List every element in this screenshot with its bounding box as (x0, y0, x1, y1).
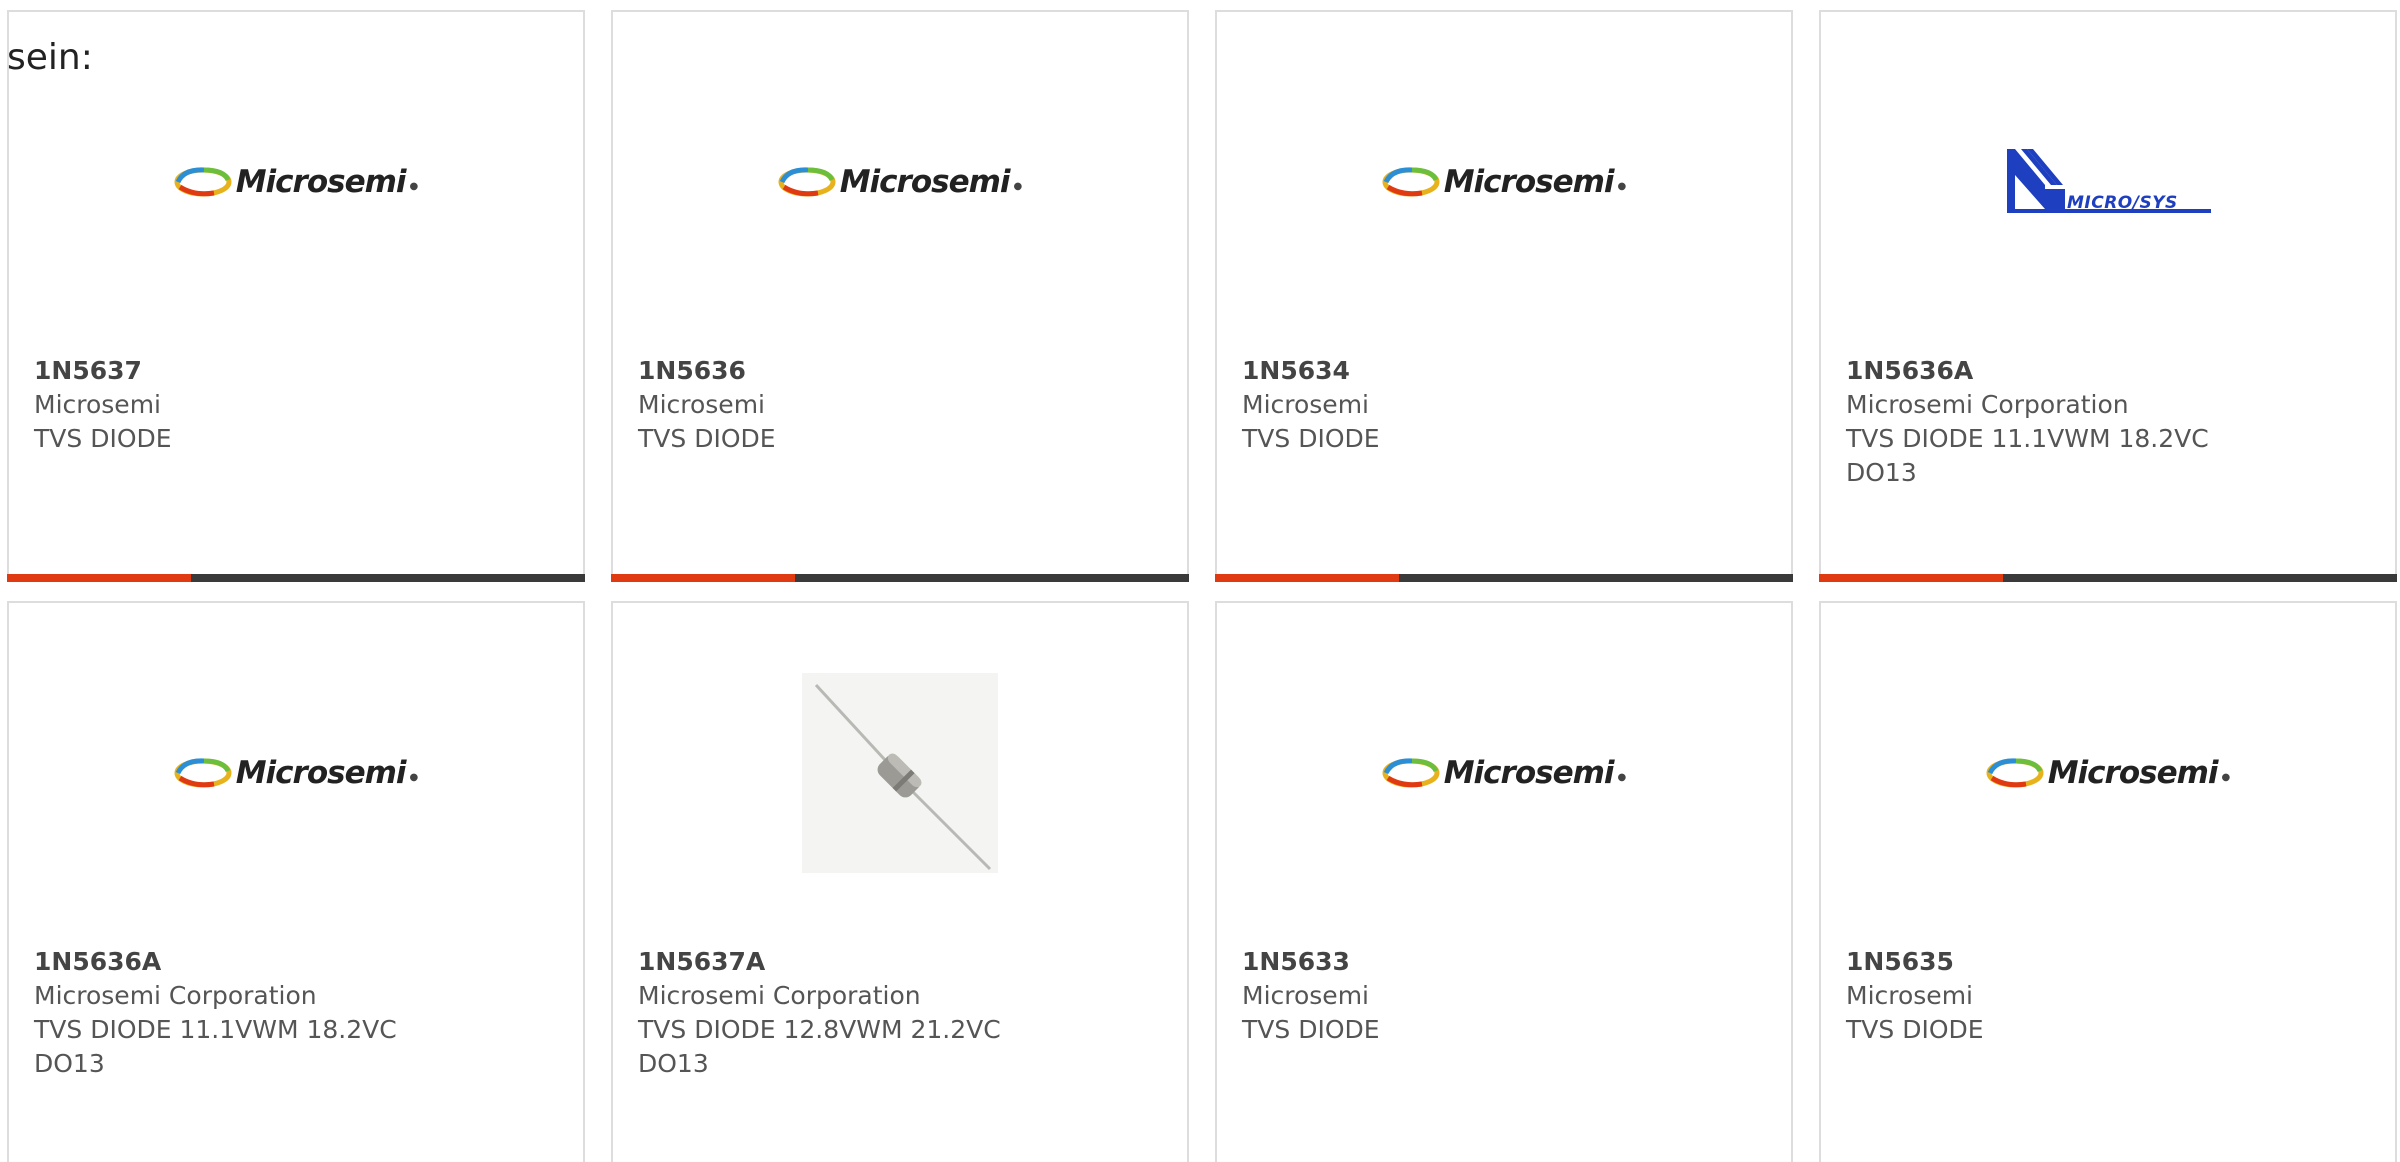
microsemi-logo-text: Microsemi (1443, 164, 1615, 200)
product-card[interactable]: Microsemi ● 1N5634 Microsemi TVS DIODE (1215, 10, 1793, 582)
microsemi-swirl-icon (174, 167, 232, 197)
manufacturer: Microsemi (1242, 390, 1369, 419)
description-line-2: DO13 (1846, 458, 1917, 487)
axial-diode-icon (814, 683, 992, 871)
description: TVS DIODE (1242, 424, 1380, 453)
product-image: Microsemi ● (1821, 673, 2395, 873)
product-info: 1N5636 Microsemi TVS DIODE (638, 354, 1162, 456)
description: TVS DIODE (1846, 1015, 1984, 1044)
microsemi-logo: Microsemi ● (174, 164, 418, 200)
product-info: 1N5637A Microsemi Corporation TVS DIODE … (638, 945, 1162, 1081)
microsemi-swirl-icon (1986, 758, 2044, 788)
page: sein: Microsemi ● 1N5637 Microsemi TVS D… (0, 0, 2400, 1162)
part-number[interactable]: 1N5635 (1846, 945, 2370, 979)
part-number[interactable]: 1N5637A (638, 945, 1162, 979)
product-image: Microsemi ● (1217, 673, 1791, 873)
product-card[interactable]: Microsemi ● 1N5635 Microsemi TVS DIODE (1819, 601, 2397, 1162)
microsemi-logo-text: Microsemi (1443, 755, 1615, 791)
product-info: 1N5635 Microsemi TVS DIODE (1846, 945, 2370, 1047)
product-card[interactable]: Microsemi ● 1N5633 Microsemi TVS DIODE (1215, 601, 1793, 1162)
microsemi-logo-text: Microsemi (235, 755, 407, 791)
product-card[interactable]: Microsemi ● 1N5637 Microsemi TVS DIODE (7, 10, 585, 582)
microsemi-logo-text: Microsemi (2047, 755, 2219, 791)
part-number[interactable]: 1N5636 (638, 354, 1162, 388)
product-info: 1N5634 Microsemi TVS DIODE (1242, 354, 1766, 456)
product-card[interactable]: Microsemi ● 1N5636 Microsemi TVS DIODE (611, 10, 1189, 582)
part-number[interactable]: 1N5633 (1242, 945, 1766, 979)
card-bar (1819, 574, 2397, 582)
description-line-2: DO13 (34, 1049, 105, 1078)
product-image: Microsemi ● (613, 82, 1187, 282)
product-card[interactable]: MICRO/SYS 1N5636A Microsemi Corporation … (1819, 10, 2397, 582)
product-info: 1N5636A Microsemi Corporation TVS DIODE … (34, 945, 558, 1081)
card-bar (7, 574, 585, 582)
part-number[interactable]: 1N5634 (1242, 354, 1766, 388)
microsemi-logo: Microsemi ● (1382, 164, 1626, 200)
microsemi-logo: Microsemi ● (174, 755, 418, 791)
part-number[interactable]: 1N5637 (34, 354, 558, 388)
card-bar-accent (7, 574, 191, 582)
microsemi-swirl-icon (778, 167, 836, 197)
microsemi-logo: Microsemi ● (1382, 755, 1626, 791)
microsys-logo: MICRO/SYS (2005, 147, 2211, 217)
card-bar (1215, 574, 1793, 582)
microsemi-swirl-icon (1382, 758, 1440, 788)
microsemi-swirl-icon (1382, 167, 1440, 197)
product-image: Microsemi ● (9, 82, 583, 282)
microsemi-swirl-icon (174, 758, 232, 788)
product-card[interactable]: 1N5637A Microsemi Corporation TVS DIODE … (611, 601, 1189, 1162)
microsemi-logo: Microsemi ● (778, 164, 1022, 200)
product-image: MICRO/SYS (1821, 82, 2395, 282)
product-card[interactable]: Microsemi ● 1N5636A Microsemi Corporatio… (7, 601, 585, 1162)
product-info: 1N5637 Microsemi TVS DIODE (34, 354, 558, 456)
microsemi-logo-text: Microsemi (839, 164, 1011, 200)
manufacturer: Microsemi (34, 390, 161, 419)
product-info: 1N5633 Microsemi TVS DIODE (1242, 945, 1766, 1047)
description: TVS DIODE (1242, 1015, 1380, 1044)
card-bar-accent (611, 574, 795, 582)
manufacturer: Microsemi (1242, 981, 1369, 1010)
part-number[interactable]: 1N5636A (1846, 354, 2370, 388)
card-bar (611, 574, 1189, 582)
manufacturer: Microsemi (1846, 981, 1973, 1010)
product-image: Microsemi ● (9, 673, 583, 873)
card-bar-accent (1819, 574, 2003, 582)
description: TVS DIODE 11.1VWM 18.2VC (1846, 424, 2209, 453)
manufacturer: Microsemi Corporation (638, 981, 921, 1010)
description: TVS DIODE 12.8VWM 21.2VC (638, 1015, 1001, 1044)
product-image (613, 673, 1187, 873)
description: TVS DIODE (34, 424, 172, 453)
microsemi-logo-text: Microsemi (235, 164, 407, 200)
card-bar-accent (1215, 574, 1399, 582)
microsemi-logo: Microsemi ● (1986, 755, 2230, 791)
manufacturer: Microsemi Corporation (34, 981, 317, 1010)
product-image: Microsemi ● (1217, 82, 1791, 282)
description-line-2: DO13 (638, 1049, 709, 1078)
manufacturer: Microsemi Corporation (1846, 390, 2129, 419)
microsys-logo-text: MICRO/SYS (2067, 193, 2178, 213)
description: TVS DIODE 11.1VWM 18.2VC (34, 1015, 397, 1044)
part-number[interactable]: 1N5636A (34, 945, 558, 979)
manufacturer: Microsemi (638, 390, 765, 419)
product-info: 1N5636A Microsemi Corporation TVS DIODE … (1846, 354, 2370, 490)
intro-text: sein: (7, 37, 93, 78)
description: TVS DIODE (638, 424, 776, 453)
diode-photo (802, 673, 998, 873)
